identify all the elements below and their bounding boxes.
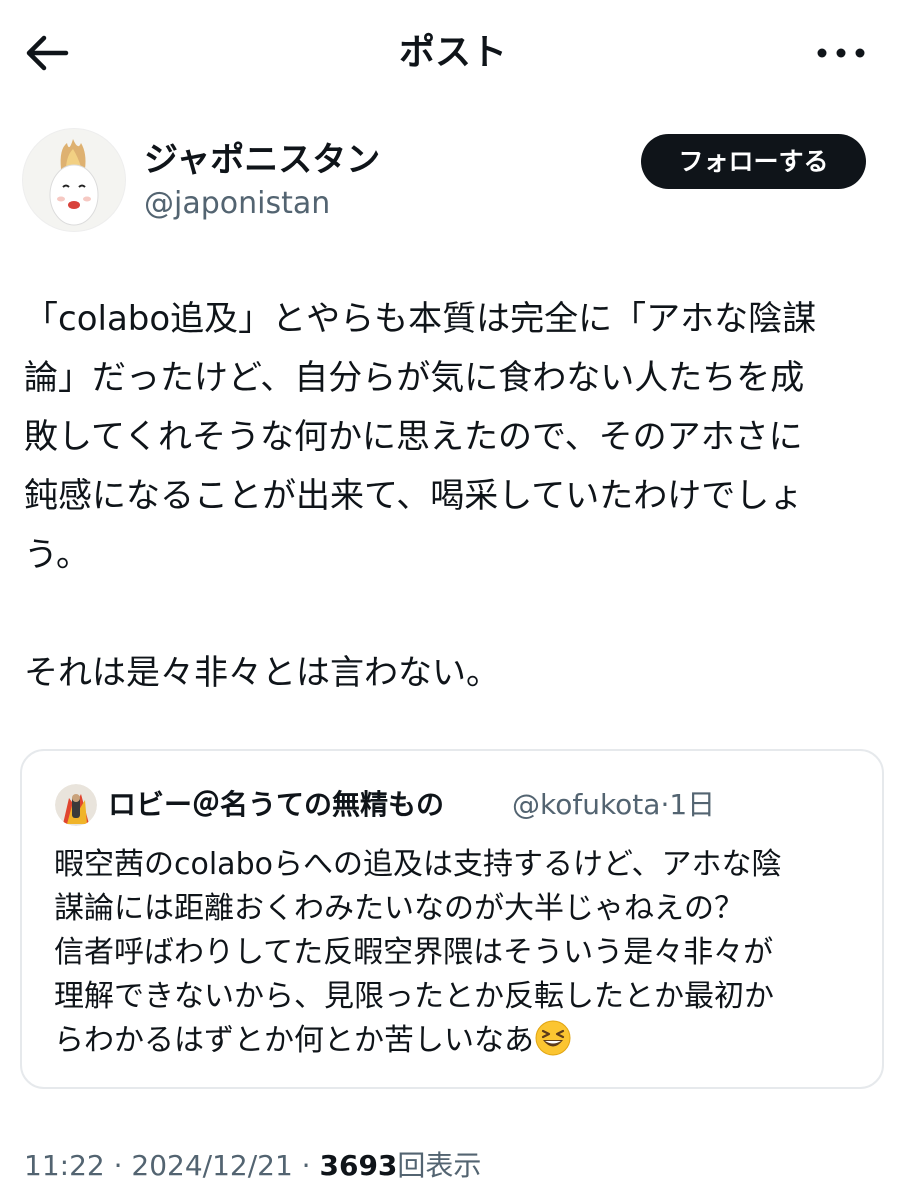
post-line: 論」だったけど、自分らが気に食わない人たちを成 (24, 358, 805, 398)
follow-button[interactable]: フォローする (641, 134, 866, 189)
view-count-label: 回表示 (397, 1149, 482, 1182)
quote-line: らわかるはずとか何とか苦しいなあ (54, 1019, 864, 1063)
quote-author-handle: @kofukota (512, 788, 661, 821)
post-timestamp[interactable]: 11:22 · 2024/12/21 · (24, 1149, 319, 1182)
quote-line: 謀論には距離おくわみたいなのが大半じゃねえの？ (54, 891, 744, 926)
quoted-post[interactable]: ロビー＠名うての無精もの @kofukota·1日 暇空茜のcolaboらへの追… (20, 749, 884, 1089)
page-title: ポスト (398, 32, 507, 73)
quote-time: ·1日 (660, 788, 716, 821)
author-handle[interactable]: @japonistan (144, 186, 330, 222)
post-line: う。 (24, 535, 90, 575)
view-count: 3693 (319, 1149, 398, 1182)
quote-line-text: らわかるはずとか何とか苦しいなあ (54, 1023, 534, 1058)
quote-line: 信者呼ばわりしてた反暇空界隈はそういう是々非々が (54, 935, 774, 970)
author-avatar[interactable] (22, 128, 126, 232)
post-line: それは是々非々とは言わない。 (24, 653, 500, 693)
post-text: 「colabo追及」とやらも本質は完全に「アホな陰謀 論」だったけど、自分らが気… (24, 290, 886, 703)
post-line: 敗してくれそうな何かに思えたので、そのアホさに (24, 417, 803, 457)
quote-line: 理解できないから、見限ったとか反転したとか最初か (54, 979, 774, 1014)
post-metadata: 11:22 · 2024/12/21 · 3693回表示 (24, 1146, 481, 1186)
top-bar: ポスト (0, 0, 906, 104)
quote-author-meta: @kofukota·1日 (512, 785, 715, 825)
more-horizontal-icon (817, 48, 865, 58)
author-name[interactable]: ジャポニスタン (144, 140, 380, 180)
post-line: 鈍感になることが出来て、喝采していたわけでしょ (24, 476, 804, 516)
more-button[interactable] (816, 28, 866, 78)
quote-text: 暇空茜のcolaboらへの追及は支持するけど、アホな陰 謀論には距離おくわみたい… (54, 843, 864, 1063)
post-line: 「colabo追及」とやらも本質は完全に「アホな陰謀 (24, 299, 817, 339)
quote-author-name: ロビー＠名うての無精もの (108, 788, 445, 821)
quote-line: 暇空茜のcolaboらへの追及は支持するけど、アホな陰 (54, 847, 782, 882)
grinning-squinting-face-icon (535, 1020, 571, 1056)
quote-avatar[interactable] (55, 784, 97, 826)
